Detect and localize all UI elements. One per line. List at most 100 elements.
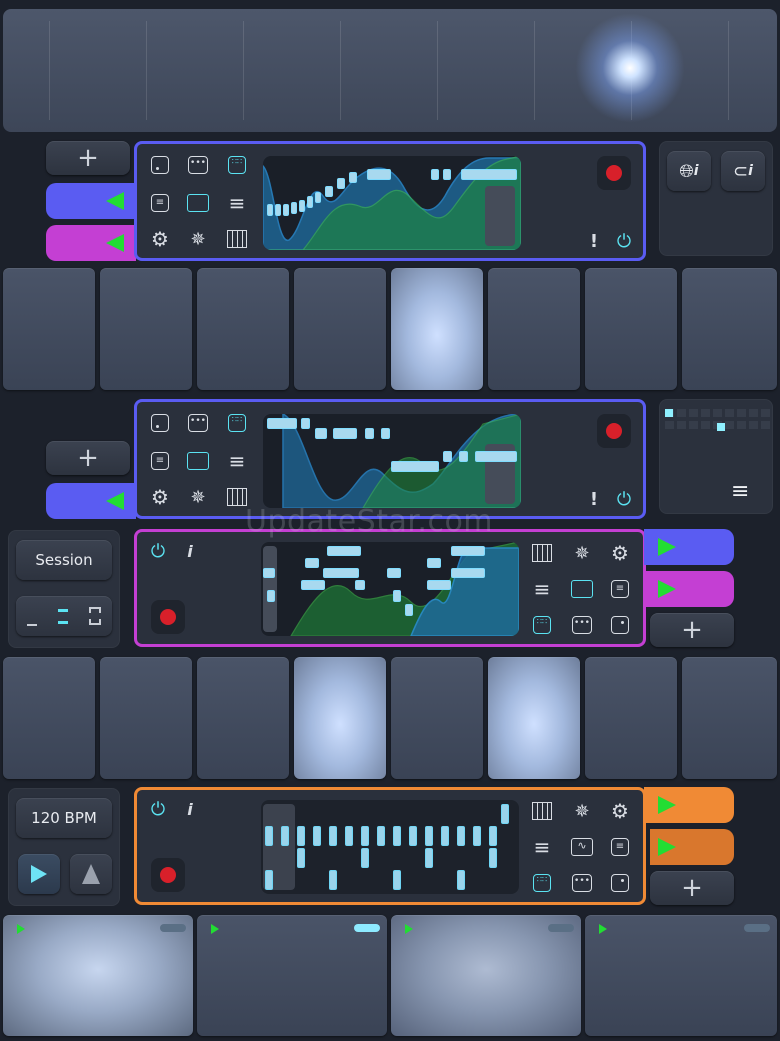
add-track-button[interactable]: + — [650, 871, 734, 905]
metronome-button[interactable] — [70, 854, 112, 894]
note — [365, 428, 374, 439]
pad-2-8[interactable] — [682, 657, 777, 779]
shape-morph-icon[interactable]: ✵ — [571, 542, 593, 564]
layout-split-icon[interactable] — [57, 608, 68, 624]
piano-keys-icon[interactable] — [531, 800, 553, 822]
info-icon[interactable]: i — [179, 540, 201, 562]
piano-keys-icon[interactable] — [531, 542, 553, 564]
sliders-icon[interactable]: ≡ — [609, 578, 631, 600]
clip-pad-1[interactable] — [3, 915, 193, 1036]
sliders-icon[interactable]: ≡ — [609, 836, 631, 858]
exclamation-icon[interactable]: ! — [583, 488, 605, 510]
gear-icon[interactable]: ⚙ — [609, 799, 631, 823]
shape-morph-icon[interactable]: ✵ — [571, 800, 593, 822]
shape-morph-icon[interactable]: ✵ — [187, 486, 209, 508]
pad-2-2[interactable] — [100, 657, 192, 779]
piano-keys-icon[interactable] — [226, 228, 248, 250]
record-button[interactable] — [151, 858, 185, 892]
power-icon[interactable]: ⏻ — [147, 540, 169, 562]
pad-2-7[interactable] — [585, 657, 677, 779]
exclamation-icon[interactable]: ! — [583, 230, 605, 252]
list-lines-icon[interactable]: ≡ — [531, 577, 553, 601]
info-icon[interactable]: i — [179, 798, 201, 820]
display-scrollbar[interactable] — [485, 186, 515, 246]
pad-1-4[interactable] — [294, 268, 386, 390]
track-tab-purple[interactable] — [46, 225, 136, 261]
gear-icon[interactable]: ⚙ — [149, 485, 171, 509]
pad-1-7[interactable] — [585, 268, 677, 390]
menu-lines-icon[interactable]: ≡ — [731, 481, 749, 503]
pattern-blocks-icon[interactable] — [571, 578, 593, 600]
grid-dots-icon[interactable]: ∷∷ — [531, 872, 553, 894]
tempo-button[interactable]: 120 BPM — [16, 798, 112, 838]
globe-info-button[interactable]: 🌐︎ i — [667, 151, 711, 191]
mini-grid-box[interactable]: ≡ — [659, 399, 773, 514]
pattern-blocks-icon[interactable] — [187, 450, 209, 472]
add-track-button[interactable]: + — [46, 441, 130, 475]
grid-dots-icon[interactable]: ∷∷ — [531, 614, 553, 636]
play-button[interactable] — [18, 854, 60, 894]
add-track-button[interactable]: + — [650, 613, 734, 647]
track-tab-blue[interactable] — [46, 483, 136, 519]
power-loop-icon[interactable]: ⏻ — [613, 488, 635, 510]
clip-info-button[interactable]: ⊂ i — [721, 151, 765, 191]
three-dots-icon[interactable]: ••• — [187, 154, 209, 176]
waveform-display[interactable] — [263, 156, 521, 250]
layout-single-icon[interactable] — [26, 624, 37, 626]
single-dot-icon[interactable] — [609, 872, 631, 894]
gear-icon[interactable]: ⚙ — [609, 541, 631, 565]
display-scrollbar[interactable] — [263, 546, 277, 632]
single-dot-icon[interactable] — [149, 154, 171, 176]
power-icon[interactable]: ⏻ — [147, 798, 169, 820]
clip-pad-2[interactable] — [197, 915, 387, 1036]
layout-quad-icon[interactable] — [89, 607, 102, 625]
pad-1-5[interactable] — [391, 268, 483, 390]
grid-dots-icon[interactable]: ∷∷ — [226, 412, 248, 434]
single-dot-icon[interactable] — [149, 412, 171, 434]
waveform-icon[interactable]: ∿ — [571, 836, 593, 858]
pad-1-8[interactable] — [682, 268, 777, 390]
list-lines-icon[interactable]: ≡ — [226, 191, 248, 215]
clip-pad-4[interactable] — [585, 915, 777, 1036]
record-button[interactable] — [597, 156, 631, 190]
shape-morph-icon[interactable]: ✵ — [187, 228, 209, 250]
track-tab-orange-dark[interactable] — [650, 829, 734, 865]
pad-1-3[interactable] — [197, 268, 289, 390]
pad-1-6[interactable] — [488, 268, 580, 390]
record-button[interactable] — [151, 600, 185, 634]
three-dots-icon[interactable]: ••• — [571, 614, 593, 636]
note — [381, 428, 390, 439]
pad-2-4[interactable] — [294, 657, 386, 779]
pattern-blocks-icon[interactable] — [187, 192, 209, 214]
list-lines-icon[interactable]: ≡ — [531, 835, 553, 859]
record-button[interactable] — [597, 414, 631, 448]
single-dot-icon[interactable] — [609, 614, 631, 636]
sliders-icon[interactable]: ≡ — [149, 450, 171, 472]
step-note — [361, 826, 369, 846]
waveform-display[interactable] — [263, 414, 521, 508]
xy-pad-top[interactable] — [3, 9, 777, 132]
session-button[interactable]: Session — [16, 540, 112, 580]
gear-icon[interactable]: ⚙ — [149, 227, 171, 251]
track-tab-orange[interactable] — [644, 787, 734, 823]
add-track-button[interactable]: + — [46, 141, 130, 175]
track-tab-blue[interactable] — [644, 529, 734, 565]
grid-dots-icon[interactable]: ∷∷ — [226, 154, 248, 176]
sequencer-display[interactable] — [261, 800, 519, 894]
sliders-icon[interactable]: ≡ — [149, 192, 171, 214]
pad-2-5[interactable] — [391, 657, 483, 779]
layout-toggle-group[interactable] — [16, 596, 112, 636]
pad-1-1[interactable] — [3, 268, 95, 390]
three-dots-icon[interactable]: ••• — [187, 412, 209, 434]
power-loop-icon[interactable]: ⏻ — [613, 230, 635, 252]
track-tab-purple[interactable] — [644, 571, 734, 607]
list-lines-icon[interactable]: ≡ — [226, 449, 248, 473]
clip-pad-3[interactable] — [391, 915, 581, 1036]
track-tab-blue[interactable] — [46, 183, 136, 219]
three-dots-icon[interactable]: ••• — [571, 872, 593, 894]
pad-1-2[interactable] — [100, 268, 192, 390]
drum-display[interactable] — [261, 542, 519, 636]
pad-2-1[interactable] — [3, 657, 95, 779]
pad-2-3[interactable] — [197, 657, 289, 779]
pad-2-6[interactable] — [488, 657, 580, 779]
